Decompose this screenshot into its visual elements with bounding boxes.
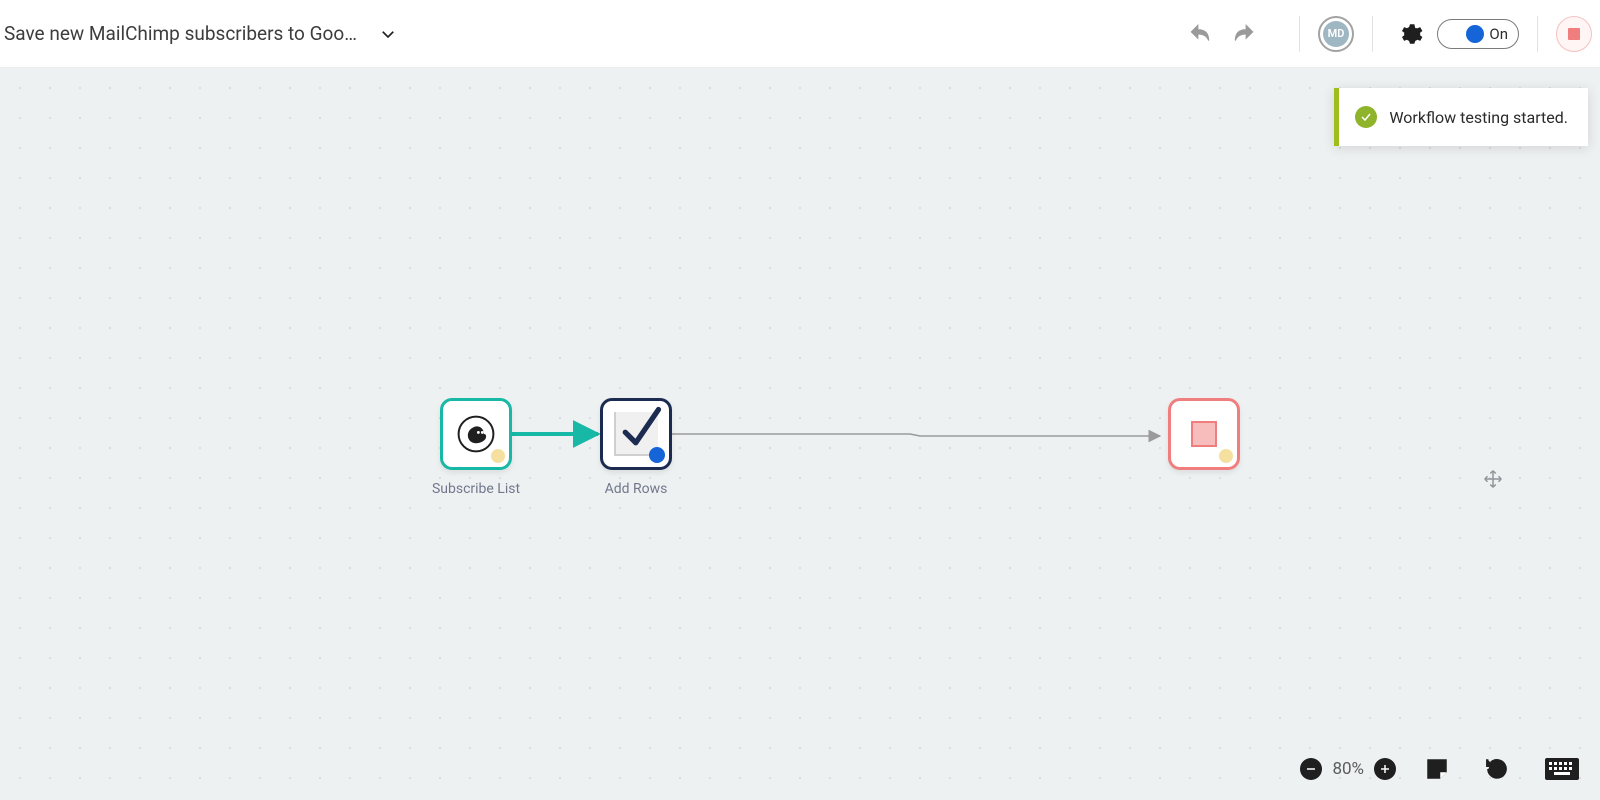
node-label: Subscribe List	[432, 481, 520, 497]
redo-button[interactable]	[1225, 15, 1263, 53]
stop-testing-button[interactable]	[1556, 16, 1592, 52]
gear-icon	[1397, 21, 1423, 47]
notes-button[interactable]	[1418, 750, 1456, 788]
separator	[1372, 16, 1373, 52]
redo-icon	[1231, 21, 1257, 47]
top-bar: Save new MailChimp subscribers to Goo… M…	[0, 0, 1600, 68]
node-stop[interactable]	[1168, 398, 1240, 470]
toast-notification: Workflow testing started.	[1334, 88, 1588, 146]
workflow-title-dropdown[interactable]	[373, 19, 403, 49]
node-label: Add Rows	[605, 481, 668, 497]
node-status-badge	[649, 447, 665, 463]
stop-square-icon	[1191, 421, 1217, 447]
plus-icon	[1379, 763, 1391, 775]
zoom-in-button[interactable]	[1374, 758, 1396, 780]
zoom-level: 80%	[1332, 759, 1364, 779]
zoom-out-button[interactable]	[1300, 758, 1322, 780]
settings-button[interactable]	[1391, 15, 1429, 53]
workflow-on-toggle[interactable]: On	[1437, 19, 1519, 49]
user-avatar[interactable]: MD	[1318, 16, 1354, 52]
toggle-knob	[1466, 25, 1484, 43]
stop-icon	[1568, 28, 1580, 40]
keyboard-icon	[1544, 757, 1580, 781]
node-status-badge	[1219, 449, 1233, 463]
mailchimp-icon	[457, 415, 495, 453]
separator	[1299, 16, 1300, 52]
history-button[interactable]	[1478, 750, 1516, 788]
minus-icon	[1305, 763, 1317, 775]
avatar-initials: MD	[1323, 21, 1349, 47]
chevron-down-icon	[379, 25, 397, 43]
connector-layer	[0, 68, 1600, 800]
bottom-toolbar: 80%	[1300, 750, 1586, 788]
node-add-rows[interactable]: Add Rows	[600, 398, 672, 470]
undo-icon	[1187, 21, 1213, 47]
workflow-title: Save new MailChimp subscribers to Goo…	[4, 22, 357, 45]
undo-button[interactable]	[1181, 15, 1219, 53]
sticky-note-icon	[1424, 756, 1450, 782]
check-circle-icon	[1355, 106, 1377, 128]
toast-message: Workflow testing started.	[1389, 108, 1568, 127]
node-status-badge	[491, 449, 505, 463]
keyboard-shortcuts-button[interactable]	[1538, 751, 1586, 787]
separator	[1537, 16, 1538, 52]
pan-icon	[1482, 468, 1504, 494]
node-subscribe-list[interactable]: Subscribe List	[440, 398, 512, 470]
history-icon	[1484, 756, 1510, 782]
workflow-canvas[interactable]: Workflow testing started. Subscribe List	[0, 68, 1600, 800]
toggle-label: On	[1489, 25, 1508, 43]
